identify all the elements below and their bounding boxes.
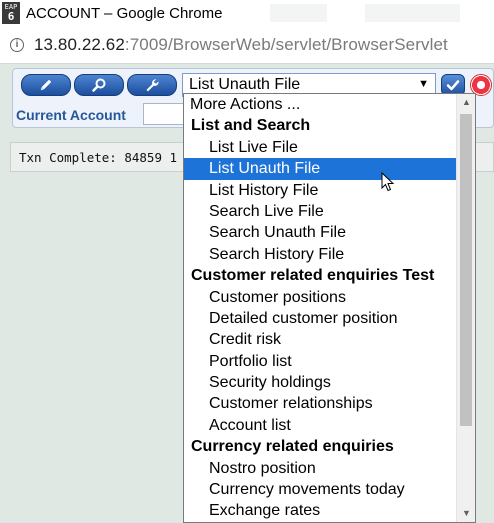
dropdown-option[interactable]: Account list	[184, 415, 457, 436]
dropdown-option[interactable]: Customer positions	[184, 287, 457, 308]
current-account-input[interactable]	[143, 103, 187, 125]
window-titlebar: EAP 6 ACCOUNT – Google Chrome	[0, 0, 494, 26]
magnifier-icon	[92, 78, 106, 92]
info-icon[interactable]: i	[10, 37, 24, 52]
dropdown-options: More Actions ... List and Search List Live…	[184, 94, 457, 522]
actions-dropdown-list[interactable]: More Actions ... List and Search List Live…	[183, 93, 476, 523]
dropdown-option[interactable]: Nostro position	[184, 458, 457, 479]
dropdown-option[interactable]: Search History File	[184, 244, 457, 265]
scroll-up-arrow-icon[interactable]: ▲	[457, 94, 475, 111]
address-bar[interactable]: i 13.80.22.62:7009/BrowserWeb/servlet/Br…	[0, 26, 494, 64]
dropdown-group-header: Currency related enquiries	[191, 438, 394, 456]
actions-select-value: List Unauth File	[189, 76, 301, 93]
dropdown-option[interactable]: List Live File	[184, 137, 457, 158]
view-button[interactable]	[74, 74, 124, 96]
dropdown-group-header: Customer related enquiries Test	[191, 267, 435, 285]
dropdown-option[interactable]: Currency movements today	[184, 479, 457, 500]
dropdown-option[interactable]: Portfolio list	[184, 351, 457, 372]
dropdown-option[interactable]: Exchange rates	[184, 500, 457, 521]
dropdown-option[interactable]: Credit risk	[184, 329, 457, 350]
background-window-ghost	[270, 4, 460, 22]
app-icon-bottom-text: 6	[7, 10, 15, 23]
dropdown-option[interactable]: Search Live File	[184, 201, 457, 222]
dropdown-option[interactable]: List Unauth File	[184, 158, 457, 180]
url-path: :7009/BrowserWeb/servlet/BrowserServlet	[124, 34, 448, 54]
dropdown-option[interactable]: Customer relationships	[184, 393, 457, 414]
url-host: 13.80.22.62	[34, 34, 125, 54]
dropdown-group-header: List and Search	[191, 117, 311, 135]
edit-button[interactable]	[21, 74, 71, 96]
wrench-icon	[146, 79, 159, 92]
dropdown-option[interactable]: Search Unauth File	[184, 222, 457, 243]
mouse-cursor-icon	[381, 172, 395, 192]
dropdown-option[interactable]: Detailed customer position	[184, 308, 457, 329]
dropdown-option[interactable]: Security holdings	[184, 372, 457, 393]
chevron-down-icon[interactable]: ▼	[418, 78, 429, 90]
window-title: ACCOUNT – Google Chrome	[26, 4, 223, 22]
app-icon: EAP 6	[2, 2, 20, 24]
checkmark-icon	[446, 80, 460, 91]
dropdown-scrollbar[interactable]: ▲ ▼	[456, 94, 475, 522]
scroll-down-arrow-icon[interactable]: ▼	[457, 505, 475, 522]
dropdown-option[interactable]: More Actions ...	[184, 94, 457, 115]
scrollbar-thumb[interactable]	[460, 114, 472, 426]
tools-button[interactable]	[127, 74, 177, 96]
pencil-icon	[40, 79, 52, 91]
url-text[interactable]: 13.80.22.62:7009/BrowserWeb/servlet/Brow…	[34, 35, 448, 55]
dropdown-option[interactable]: List History File	[184, 180, 457, 201]
txn-status-text: Txn Complete: 84859 1	[19, 149, 178, 165]
current-account-label: Current Account	[16, 107, 126, 123]
